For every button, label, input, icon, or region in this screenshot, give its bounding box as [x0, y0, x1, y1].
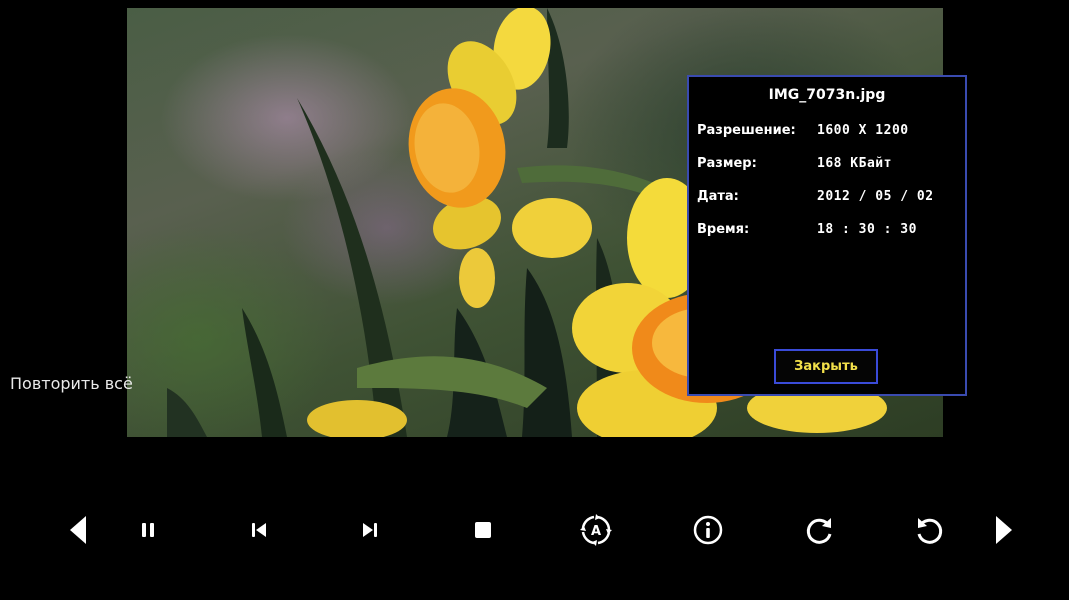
file-info-dialog: IMG_7073n.jpg Разрешение: 1600 X 1200 Ра…: [687, 75, 967, 396]
time-value: 18 : 30 : 30: [817, 222, 917, 237]
info-button[interactable]: [688, 510, 728, 550]
size-value: 168 КБайт: [817, 156, 892, 171]
next-arrow-icon: [996, 516, 1012, 544]
pause-icon: [142, 523, 154, 537]
resolution-value: 1600 X 1200: [817, 123, 909, 138]
stop-icon: [475, 522, 491, 538]
resolution-label: Разрешение:: [697, 123, 796, 138]
repeat-mode-label: Повторить всё: [10, 374, 133, 393]
close-button[interactable]: Закрыть: [774, 349, 878, 384]
info-row-time: Время: 18 : 30 : 30: [697, 222, 959, 242]
next-arrow-button[interactable]: [984, 510, 1024, 550]
file-name: IMG_7073n.jpg: [768, 87, 886, 103]
prev-arrow-icon: [70, 516, 86, 544]
prev-arrow-button[interactable]: [58, 510, 98, 550]
skip-previous-icon: [252, 523, 266, 537]
stop-button[interactable]: [463, 510, 503, 550]
time-label: Время:: [697, 222, 750, 237]
previous-image-button[interactable]: [239, 510, 279, 550]
auto-rotate-button[interactable]: A: [576, 510, 616, 550]
auto-rotate-icon: A: [580, 514, 612, 546]
rotate-clockwise-icon: [806, 518, 832, 544]
slideshow-screen: IMG_7073n.jpg Разрешение: 1600 X 1200 Ра…: [0, 0, 1069, 600]
date-label: Дата:: [697, 189, 739, 204]
svg-text:A: A: [591, 524, 601, 539]
rotate-counterclockwise-icon: [917, 518, 943, 544]
date-value: 2012 / 05 / 02: [817, 189, 934, 204]
info-icon: [693, 515, 723, 545]
info-row-size: Размер: 168 КБайт: [697, 156, 959, 176]
rotate-clockwise-button[interactable]: [799, 510, 839, 550]
rotate-counterclockwise-button[interactable]: [910, 510, 950, 550]
info-row-date: Дата: 2012 / 05 / 02: [697, 189, 959, 209]
skip-next-icon: [363, 523, 377, 537]
size-label: Размер:: [697, 156, 757, 171]
next-image-button[interactable]: [350, 510, 390, 550]
pause-button[interactable]: [128, 510, 168, 550]
info-row-resolution: Разрешение: 1600 X 1200: [697, 123, 959, 143]
